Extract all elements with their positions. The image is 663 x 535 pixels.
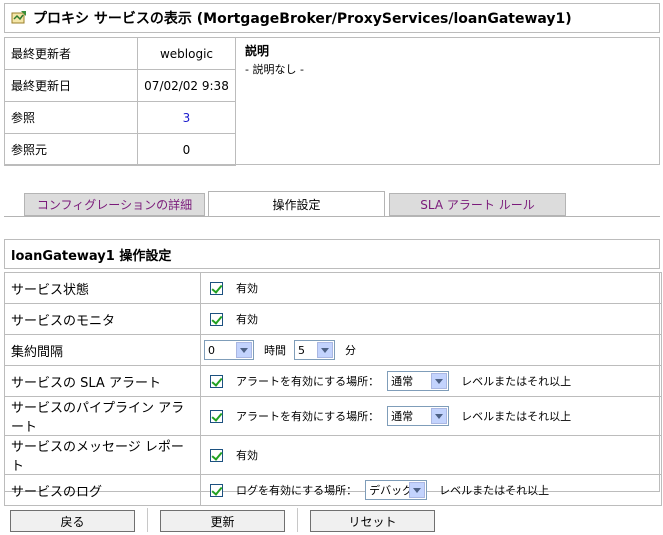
sla-alert-level-select[interactable]: 通常 xyxy=(387,371,450,391)
back-button[interactable]: 戻る xyxy=(10,510,135,532)
pipeline-alert-level-value: 通常 xyxy=(391,410,414,423)
sla-alert-prefix: アラートを有効にする場所： xyxy=(236,375,380,388)
pipeline-alert-checkbox[interactable] xyxy=(210,409,223,423)
sla-alert-suffix: レベルまたはそれ以上 xyxy=(461,375,572,388)
update-button[interactable]: 更新 xyxy=(160,510,285,532)
last-updated-date-label: 最終更新日 xyxy=(4,69,138,102)
service-state-cell: 有効 xyxy=(200,272,662,304)
table-row: サービスのログ ログを有効にする場所： デバッグ レベルまたはそれ以上 xyxy=(4,474,662,506)
logging-suffix: レベルまたはそれ以上 xyxy=(439,484,550,497)
reset-button[interactable]: リセット xyxy=(310,510,435,532)
last-updated-by-value: weblogic xyxy=(137,37,236,70)
page-title-bar: プロキシ サービスの表示 (MortgageBroker/ProxyServic… xyxy=(4,3,660,33)
references-cell: 3 xyxy=(137,101,236,134)
description-text: - 説明なし - xyxy=(245,63,304,76)
chevron-down-icon xyxy=(317,342,333,358)
table-row: サービスのモニタ 有効 xyxy=(4,303,662,335)
chevron-down-icon xyxy=(431,373,448,389)
service-monitor-text: 有効 xyxy=(236,313,258,326)
message-report-cell: 有効 xyxy=(200,435,662,475)
sla-alert-cell: アラートを有効にする場所： 通常 レベルまたはそれ以上 xyxy=(200,365,662,397)
minutes-unit: 分 xyxy=(345,344,356,357)
proxy-service-icon xyxy=(11,10,27,26)
table-row: サービスのパイプライン アラート アラートを有効にする場所： 通常 レベルまたは… xyxy=(4,396,662,436)
service-monitor-label: サービスのモニタ xyxy=(4,303,201,335)
hours-select[interactable]: 0 xyxy=(204,340,254,360)
logging-prefix: ログを有効にする場所： xyxy=(236,484,358,497)
references-link[interactable]: 3 xyxy=(183,111,191,125)
message-report-checkbox[interactable] xyxy=(210,448,223,462)
button-separator xyxy=(297,508,298,532)
message-report-label: サービスのメッセージ レポート xyxy=(4,435,201,475)
hours-select-value: 0 xyxy=(208,343,215,357)
page-title: プロキシ サービスの表示 (MortgageBroker/ProxyServic… xyxy=(33,11,572,27)
table-row: サービスの SLA アラート アラートを有効にする場所： 通常 レベルまたはそれ… xyxy=(4,365,662,397)
table-row: 参照 3 xyxy=(4,101,236,134)
pipeline-alert-cell: アラートを有効にする場所： 通常 レベルまたはそれ以上 xyxy=(200,396,662,436)
tab-operational-settings[interactable]: 操作設定 xyxy=(208,191,385,217)
table-row: 最終更新者 weblogic xyxy=(4,37,236,70)
logging-level-select[interactable]: デバッグ xyxy=(365,480,428,500)
table-row: サービスのメッセージ レポート 有効 xyxy=(4,435,662,475)
pipeline-alert-label: サービスのパイプライン アラート xyxy=(4,396,201,436)
tab-divider xyxy=(4,216,660,217)
logging-checkbox[interactable] xyxy=(210,483,223,497)
chevron-down-icon xyxy=(431,408,448,424)
pipeline-alert-level-select[interactable]: 通常 xyxy=(387,406,450,426)
operational-settings-table: サービス状態 有効 サービスのモニタ 有効 集約間隔 0 時間 5 分 サービス… xyxy=(4,272,662,506)
referenced-by-label: 参照元 xyxy=(4,133,138,166)
table-row: 最終更新日 07/02/02 9:38 xyxy=(4,69,236,102)
service-state-text: 有効 xyxy=(236,282,258,295)
sla-alert-label: サービスの SLA アラート xyxy=(4,365,201,397)
table-row: 参照元 0 xyxy=(4,133,236,166)
last-updated-by-label: 最終更新者 xyxy=(4,37,138,70)
service-info-table: 最終更新者 weblogic 最終更新日 07/02/02 9:38 参照 3 … xyxy=(4,37,236,166)
description-heading: 説明 xyxy=(245,44,270,58)
tab-configuration-details[interactable]: コンフィグレーションの詳細 xyxy=(24,193,205,216)
table-row: 集約間隔 0 時間 5 分 xyxy=(4,334,662,366)
sla-alert-checkbox[interactable] xyxy=(210,374,223,388)
tab-bar: コンフィグレーションの詳細 操作設定 SLA アラート ルール xyxy=(4,191,660,217)
chevron-down-icon xyxy=(409,482,426,498)
description-area: 説明 - 説明なし - xyxy=(245,42,304,77)
minutes-select[interactable]: 5 xyxy=(294,340,335,360)
section-title: loanGateway1 操作設定 xyxy=(4,239,660,269)
chevron-down-icon xyxy=(236,342,252,358)
aggregation-interval-cell: 0 時間 5 分 xyxy=(200,334,662,366)
logging-level-value: デバッグ xyxy=(369,484,414,497)
operational-settings-panel: サービス状態 有効 サービスのモニタ 有効 集約間隔 0 時間 5 分 サービス… xyxy=(4,272,662,506)
service-info-panel: 最終更新者 weblogic 最終更新日 07/02/02 9:38 参照 3 … xyxy=(4,37,660,166)
hours-unit: 時間 xyxy=(264,344,286,357)
sla-alert-level-value: 通常 xyxy=(391,375,414,388)
service-monitor-checkbox[interactable] xyxy=(210,312,223,326)
tab-sla-alert-rules[interactable]: SLA アラート ルール xyxy=(389,193,566,216)
referenced-by-value: 0 xyxy=(137,133,236,166)
logging-label: サービスのログ xyxy=(4,474,201,506)
logging-cell: ログを有効にする場所： デバッグ レベルまたはそれ以上 xyxy=(200,474,662,506)
minutes-select-value: 5 xyxy=(298,343,305,357)
last-updated-date-value: 07/02/02 9:38 xyxy=(137,69,236,102)
service-state-checkbox[interactable] xyxy=(210,281,223,295)
references-label: 参照 xyxy=(4,101,138,134)
pipeline-alert-suffix: レベルまたはそれ以上 xyxy=(461,410,572,423)
service-monitor-cell: 有効 xyxy=(200,303,662,335)
table-row: サービス状態 有効 xyxy=(4,272,662,304)
service-state-label: サービス状態 xyxy=(4,272,201,304)
pipeline-alert-prefix: アラートを有効にする場所： xyxy=(236,410,380,423)
message-report-text: 有効 xyxy=(236,449,258,462)
button-separator xyxy=(147,508,148,532)
aggregation-interval-label: 集約間隔 xyxy=(4,334,201,366)
